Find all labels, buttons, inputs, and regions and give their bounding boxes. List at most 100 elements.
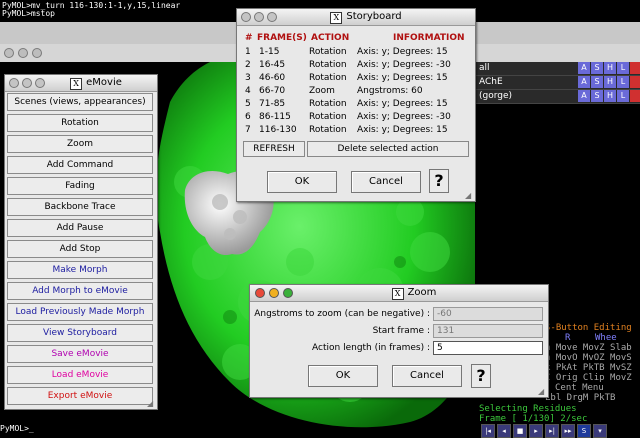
minimize-icon[interactable] (22, 78, 32, 88)
label-button[interactable]: L (617, 62, 629, 74)
row-action: Zoom (309, 86, 335, 96)
emovie-titlebar[interactable]: XeMovie (5, 75, 157, 92)
object-name: (gorge) (479, 91, 513, 101)
help-icon[interactable]: ? (429, 169, 449, 193)
emovie-title: eMovie (86, 77, 122, 88)
storyboard-row[interactable]: 6 86-115 Rotation Axis: y; Degrees: -30 (245, 112, 473, 124)
window-title: X Storyboard (257, 11, 475, 24)
row-info: Axis: y; Degrees: 15 (357, 125, 448, 135)
row-action: Rotation (309, 112, 347, 122)
cancel-button[interactable]: Cancel (392, 365, 462, 387)
make-morph-button[interactable]: Make Morph (7, 261, 153, 279)
row-action: Rotation (309, 73, 347, 83)
storyboard-title: Storyboard (346, 11, 402, 22)
row-num: 7 (245, 125, 251, 135)
mouse-header: R (565, 333, 571, 343)
export-emovie-button[interactable]: Export eMovie (7, 387, 153, 405)
load-emovie-button[interactable]: Load eMovie (7, 366, 153, 384)
mouse-row: k PkAt PkTB MvSZ (545, 363, 632, 373)
storyboard-titlebar[interactable]: X Storyboard (237, 9, 475, 26)
minimize-icon[interactable] (18, 48, 28, 58)
action-length-input[interactable]: 5 (433, 341, 543, 355)
storyboard-row[interactable]: 3 46-60 Rotation Axis: y; Degrees: 15 (245, 73, 473, 85)
label-button[interactable]: L (617, 76, 629, 88)
add-morph-button[interactable]: Add Morph to eMovie (7, 282, 153, 300)
color-button[interactable] (630, 76, 640, 88)
row-action: Rotation (309, 60, 347, 70)
storyboard-row[interactable]: 5 71-85 Rotation Axis: y; Degrees: 15 (245, 99, 473, 111)
backbone-trace-button[interactable]: Backbone Trace (7, 198, 153, 216)
zoom-title: Zoom (407, 287, 437, 298)
show-button[interactable]: S (591, 62, 603, 74)
close-icon[interactable] (9, 78, 19, 88)
mouse-header: Whee (595, 333, 617, 343)
action-button[interactable]: A (578, 90, 590, 102)
zoom-titlebar[interactable]: X Zoom (250, 285, 548, 302)
label-button[interactable]: L (617, 90, 629, 102)
object-row-gorge[interactable]: (gorge) A S H L (475, 90, 640, 104)
storyboard-row[interactable]: 4 66-70 Zoom Angstroms: 60 (245, 86, 473, 98)
scenes-button[interactable]: Scenes (views, appearances) (7, 93, 153, 111)
mouse-row: Cent Menu (555, 383, 604, 393)
start-frame-input[interactable]: 131 (433, 324, 543, 338)
ok-button[interactable]: OK (267, 171, 337, 193)
cancel-button[interactable]: Cancel (351, 171, 421, 193)
hide-button[interactable]: H (604, 90, 616, 102)
delete-action-button[interactable]: Delete selected action (307, 141, 469, 157)
row-info: Angstroms: 60 (357, 86, 423, 96)
mouse-row: n MovO MvOZ MovS (545, 353, 632, 363)
maximize-icon[interactable] (32, 48, 42, 58)
zoom-window: X Zoom Angstroms to zoom (can be negative… (249, 284, 549, 398)
resize-grip-icon[interactable]: ◢ (538, 387, 547, 396)
row-info: Axis: y; Degrees: -30 (357, 112, 451, 122)
show-button[interactable]: S (591, 90, 603, 102)
hide-button[interactable]: H (604, 62, 616, 74)
row-num: 4 (245, 86, 251, 96)
window-title: XeMovie (35, 77, 157, 90)
storyboard-row[interactable]: 7 116-130 Rotation Axis: y; Degrees: 15 (245, 125, 473, 137)
resize-grip-icon[interactable]: ◢ (465, 191, 474, 200)
color-button[interactable] (630, 62, 640, 74)
close-icon[interactable] (241, 12, 251, 22)
emovie-window: XeMovie Scenes (views, appearances) Rota… (4, 74, 158, 410)
window-title: X Zoom (280, 287, 548, 300)
load-morph-button[interactable]: Load Previously Made Morph (7, 303, 153, 321)
resize-grip-icon[interactable]: ◢ (147, 399, 156, 408)
minimize-icon[interactable] (269, 288, 279, 298)
hide-button[interactable]: H (604, 76, 616, 88)
rotation-button[interactable]: Rotation (7, 114, 153, 132)
row-frames: 1-15 (259, 47, 280, 57)
color-button[interactable] (630, 90, 640, 102)
zoom-button[interactable]: Zoom (7, 135, 153, 153)
storyboard-row[interactable]: 1 1-15 Rotation Axis: y; Degrees: 15 (245, 47, 473, 59)
view-storyboard-button[interactable]: View Storyboard (7, 324, 153, 342)
header-action: ACTION (311, 33, 350, 43)
storyboard-row[interactable]: 2 16-45 Rotation Axis: y; Degrees: -30 (245, 60, 473, 72)
selection-mode[interactable]: Selecting Residues (479, 404, 577, 414)
action-button[interactable]: A (578, 62, 590, 74)
command-prompt[interactable]: PyMOL>_ (0, 424, 34, 433)
header-frames: FRAME(S) (257, 33, 307, 43)
object-name: all (479, 63, 490, 73)
frame-counter: Frame [ 1/130] 2/sec (479, 414, 588, 424)
save-emovie-button[interactable]: Save eMovie (7, 345, 153, 363)
close-icon[interactable] (4, 48, 14, 58)
row-info: Axis: y; Degrees: 15 (357, 99, 448, 109)
help-icon[interactable]: ? (471, 364, 491, 388)
mouse-row: C Orig Clip MovZ (545, 373, 632, 383)
add-stop-button[interactable]: Add Stop (7, 240, 153, 258)
add-command-button[interactable]: Add Command (7, 156, 153, 174)
fading-button[interactable]: Fading (7, 177, 153, 195)
refresh-button[interactable]: REFRESH (243, 141, 305, 157)
close-icon[interactable] (255, 288, 265, 298)
show-button[interactable]: S (591, 76, 603, 88)
ok-button[interactable]: OK (308, 365, 378, 387)
zoom-amount-input[interactable]: -60 (433, 307, 543, 321)
action-button[interactable]: A (578, 76, 590, 88)
object-row-all[interactable]: all A S H L (475, 62, 640, 76)
object-name: AChE (479, 77, 503, 87)
mouse-mode-title: S-Button Editing (545, 323, 632, 333)
add-pause-button[interactable]: Add Pause (7, 219, 153, 237)
object-row-ache[interactable]: AChE A S H L (475, 76, 640, 90)
row-frames: 66-70 (259, 86, 286, 96)
